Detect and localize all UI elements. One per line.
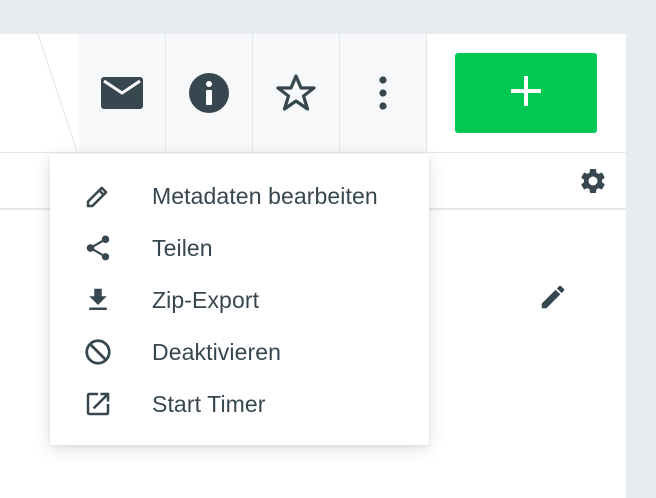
menu-item-label: Zip-Export: [152, 286, 260, 313]
star-icon: [276, 74, 316, 112]
add-button[interactable]: [455, 53, 597, 133]
download-icon: [82, 284, 114, 316]
right-edge-strip: [626, 0, 656, 498]
menu-item-deactivate[interactable]: Deaktivieren: [50, 326, 429, 378]
pencil-icon: [82, 180, 114, 212]
add-button-wrap: [426, 34, 626, 152]
mail-button[interactable]: [79, 34, 166, 152]
plus-icon: [511, 75, 541, 111]
menu-item-label: Metadaten bearbeiten: [152, 182, 378, 209]
context-menu: Metadaten bearbeiten Teilen Zip-Export D…: [50, 154, 429, 445]
share-icon: [82, 232, 114, 264]
info-button[interactable]: [166, 34, 253, 152]
header-toolbar-area: [0, 34, 626, 152]
info-icon: [188, 72, 230, 114]
menu-item-label: Teilen: [152, 234, 213, 261]
menu-item-share[interactable]: Teilen: [50, 222, 429, 274]
toolbar: [79, 34, 427, 152]
gear-icon[interactable]: [578, 166, 608, 201]
pencil-icon[interactable]: [538, 282, 568, 317]
more-options-button[interactable]: [340, 34, 427, 152]
menu-item-start-timer[interactable]: Start Timer: [50, 378, 429, 430]
favorite-button[interactable]: [253, 34, 340, 152]
open-in-new-icon: [82, 388, 114, 420]
mail-icon: [101, 77, 143, 109]
app-root: Metadaten bearbeiten Teilen Zip-Export D…: [0, 0, 656, 498]
menu-item-label: Start Timer: [152, 390, 266, 417]
menu-item-zip-export[interactable]: Zip-Export: [50, 274, 429, 326]
more-vertical-icon: [378, 76, 388, 110]
menu-item-edit-metadata[interactable]: Metadaten bearbeiten: [50, 170, 429, 222]
menu-item-label: Deaktivieren: [152, 338, 282, 365]
block-icon: [82, 336, 114, 368]
